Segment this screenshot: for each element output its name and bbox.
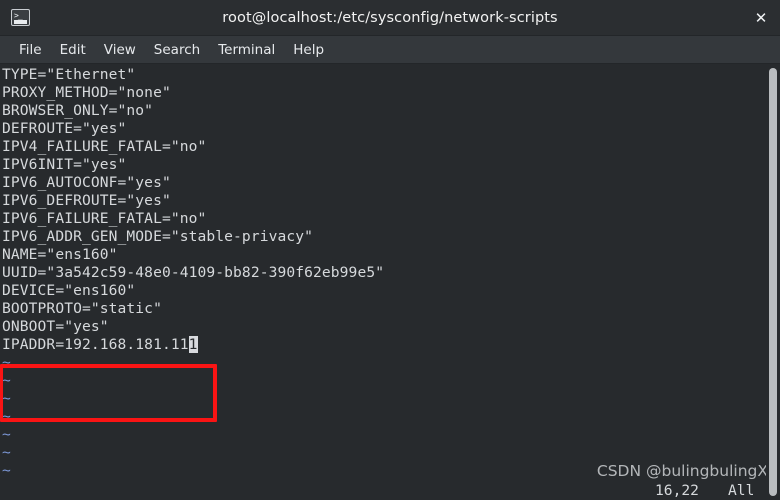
editor-line: PROXY_METHOD="none" (2, 84, 171, 101)
editor-line-text: IPADDR=192.168.181.11 (2, 336, 189, 353)
window-title: root@localhost:/etc/sysconfig/network-sc… (222, 10, 558, 26)
empty-line-marker: ~ (2, 462, 11, 479)
menu-item-view[interactable]: View (95, 39, 145, 61)
editor-line: DEVICE="ens160" (2, 282, 136, 299)
scroll-position-indicator: All (728, 482, 755, 499)
scrollbar-thumb[interactable] (769, 68, 777, 496)
empty-line-marker: ~ (2, 354, 11, 371)
title-bar: >_ root@localhost:/etc/sysconfig/network… (0, 0, 780, 36)
editor-line: NAME="ens160" (2, 246, 118, 263)
editor-line: IPV6INIT="yes" (2, 156, 127, 173)
empty-line-marker: ~ (2, 372, 11, 389)
terminal-body[interactable]: TYPE="Ethernet" PROXY_METHOD="none" BROWSE… (0, 64, 780, 500)
cursor-position-indicator: 16,22 (655, 482, 699, 499)
vim-status-line: 16,22 All (0, 480, 766, 500)
editor-line: UUID="3a542c59-48e0-4109-bb82-390f62eb99… (2, 264, 385, 281)
menu-item-terminal[interactable]: Terminal (209, 39, 284, 61)
editor-line: BOOTPROTO="static" (2, 300, 162, 317)
editor-line: TYPE="Ethernet" (2, 66, 136, 83)
menu-item-help[interactable]: Help (284, 39, 333, 61)
menu-bar: File Edit View Search Terminal Help (0, 36, 780, 64)
editor-line: BROWSER_ONLY="no" (2, 102, 154, 119)
editor-line: IPV6_ADDR_GEN_MODE="stable-privacy" (2, 228, 314, 245)
editor-line-cursor: IPADDR=192.168.181.111 (2, 336, 766, 354)
terminal-window: >_ root@localhost:/etc/sysconfig/network… (0, 0, 780, 500)
menu-item-search[interactable]: Search (145, 39, 209, 61)
text-cursor: 1 (188, 336, 198, 353)
editor-line: IPV6_FAILURE_FATAL="no" (2, 210, 207, 227)
empty-line-marker: ~ (2, 408, 11, 425)
editor-line: ONBOOT="yes" (2, 318, 109, 335)
close-icon[interactable]: ✕ (751, 8, 771, 28)
menu-item-file[interactable]: File (10, 39, 51, 61)
editor-line: IPV6_DEFROUTE="yes" (2, 192, 171, 209)
empty-line-marker: ~ (2, 444, 11, 461)
empty-line-marker: ~ (2, 390, 11, 407)
scrollbar[interactable] (766, 64, 780, 500)
editor-line: IPV6_AUTOCONF="yes" (2, 174, 171, 191)
editor-line: IPV4_FAILURE_FATAL="no" (2, 138, 207, 155)
empty-line-marker: ~ (2, 426, 11, 443)
menu-item-edit[interactable]: Edit (51, 39, 95, 61)
editor-line: DEFROUTE="yes" (2, 120, 127, 137)
editor-text-area[interactable]: TYPE="Ethernet" PROXY_METHOD="none" BROWSE… (0, 64, 766, 500)
